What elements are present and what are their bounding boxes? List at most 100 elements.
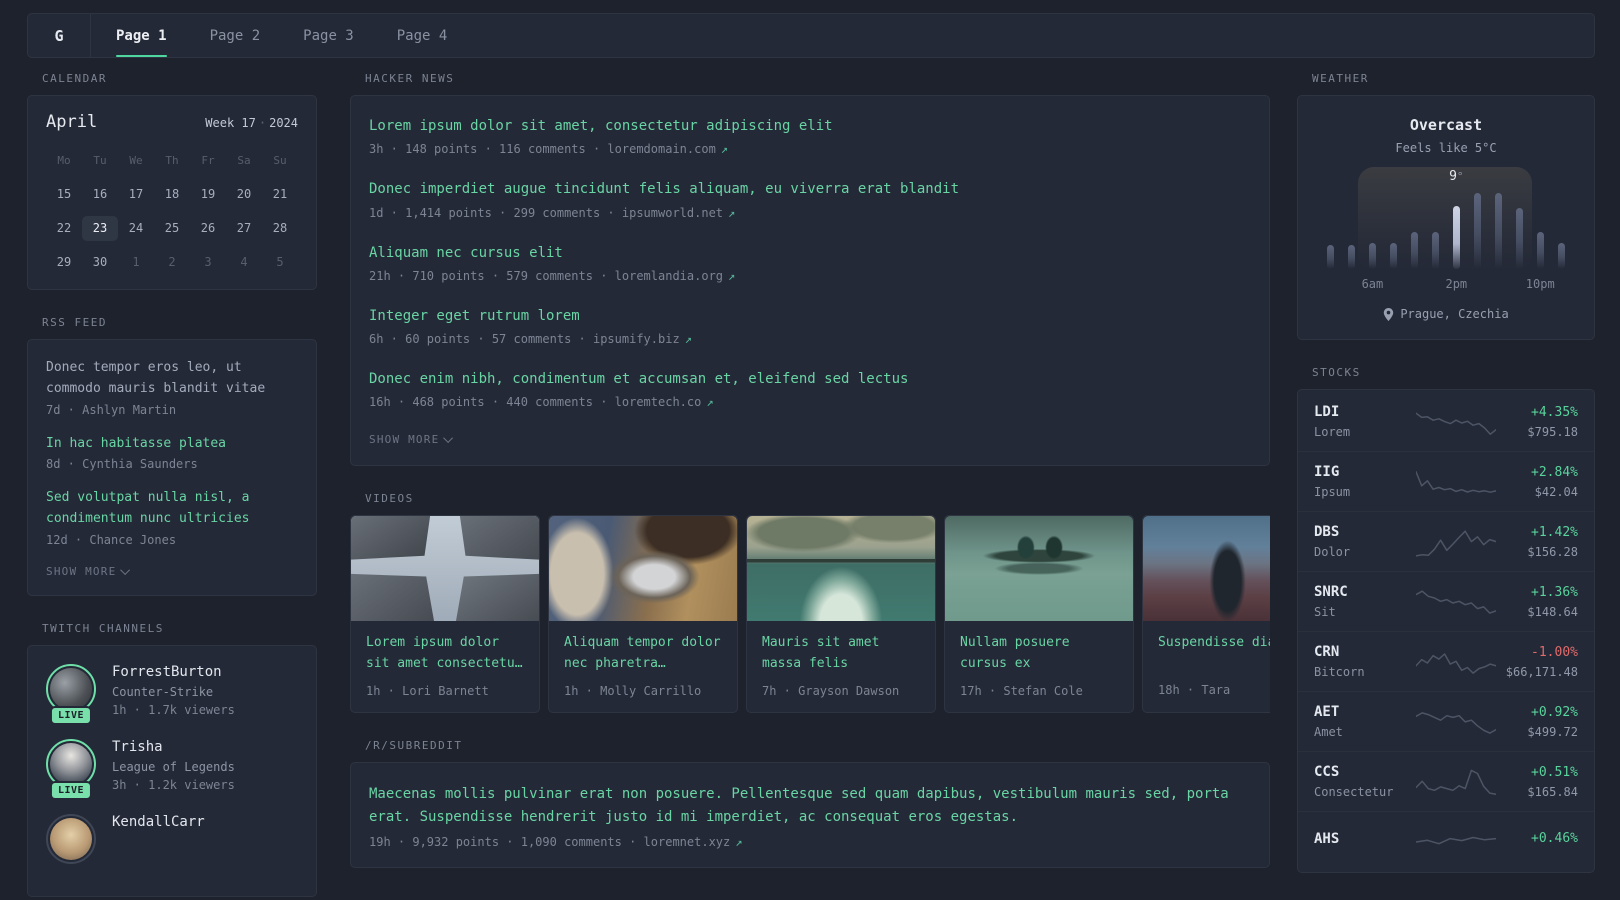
video-thumbnail[interactable] [945,516,1133,622]
hn-meta-text: 21h · 710 points · 579 comments · [369,268,608,283]
videos-section-label: VIDEOS [365,492,414,506]
hn-item-domain[interactable]: ipsumify.biz [593,332,680,346]
rss-item-meta: 8d · Cynthia Saunders [46,457,198,472]
video-title[interactable]: Aliquam tempor dolor nec pharetra… [564,633,722,673]
stock-row[interactable]: SNRC Sit +1.36% $148.64 [1298,571,1594,631]
hn-item-domain[interactable]: loremlandia.org [615,269,723,283]
rss-show-more-button[interactable]: SHOW MORE [46,565,131,578]
tab-page-4[interactable]: Page 4 [397,14,448,57]
twitch-channel[interactable]: LIVE ForrestBurton Counter-Strike 1h · 1… [46,663,298,725]
video-thumbnail[interactable] [549,516,737,622]
separator-dot: · [258,116,267,130]
videos-section: VIDEOS Lorem ipsum dolor sit amet consec… [350,492,1270,713]
stock-name: Consectetur [1314,785,1394,799]
rss-card: Donec tempor eros leo, ut commodo mauris… [27,339,317,596]
reddit-post-title[interactable]: Maecenas mollis pulvinar erat non posuer… [369,783,1229,829]
stock-ticker: CCS [1314,764,1340,780]
weather-condition: Overcast [1409,116,1483,134]
weekday-label: We [129,154,143,167]
channel-name: KendallCarr [112,813,205,830]
stock-price: $795.18 [1527,424,1578,439]
hn-item-title[interactable]: Aliquam nec cursus elit [369,243,1251,263]
weather-bar [1516,208,1523,269]
location-pin-icon [1384,307,1394,321]
stock-row[interactable]: CRN Bitcorn -1.00% $66,171.48 [1298,631,1594,691]
reddit-post-domain[interactable]: loremnet.xyz [644,835,731,849]
calendar-grid: Mo Tu We Th Fr Sa Su 15 16 17 18 19 20 2… [46,148,298,275]
stock-price: $165.84 [1527,784,1578,799]
video-title[interactable]: Mauris sit amet massa felis [762,633,920,673]
calendar-week: Week 17 · 2024 [205,116,298,130]
weather-bar [1432,232,1439,269]
hn-item-domain[interactable]: ipsumworld.net [622,206,723,220]
hn-item-title[interactable]: Lorem ipsum dolor sit amet, consectetur … [369,116,1251,136]
stock-row[interactable]: LDI Lorem +4.35% $795.18 [1298,392,1594,451]
tab-page-3[interactable]: Page 3 [303,14,354,57]
rss-item-title[interactable]: Donec tempor eros leo, ut commodo mauris… [46,358,298,400]
stock-row[interactable]: AHS +0.46% [1298,811,1594,870]
video-card[interactable]: Aliquam tempor dolor nec pharetra… 1h · … [548,515,738,713]
calendar-day-next-month: 5 [276,255,284,269]
video-card[interactable]: Nullam posuere cursus ex 17h · Stefan Co… [944,515,1134,713]
chevron-down-icon [443,433,454,444]
stock-change: -1.00% [1531,644,1578,660]
hn-item-title[interactable]: Donec enim nibh, condimentum et accumsan… [369,369,1251,389]
stock-sparkline [1416,411,1496,435]
calendar-day-next-month: 1 [132,255,140,269]
hacker-news-card: Lorem ipsum dolor sit amet, consectetur … [350,95,1270,467]
video-title[interactable]: Nullam posuere cursus ex [960,633,1118,673]
weather-bar [1537,232,1544,269]
hn-item-title[interactable]: Integer eget rutrum lorem [369,306,1251,326]
hn-item-domain[interactable]: loremtech.co [615,395,702,409]
subreddit-section-label: /R/SUBREDDIT [365,738,463,752]
stock-price: $66,171.48 [1505,664,1578,679]
video-thumbnail[interactable] [1143,516,1270,622]
stock-sparkline [1416,529,1496,557]
twitch-channel[interactable]: KendallCarr [46,813,298,864]
weekday-label: Mo [57,154,71,167]
video-meta: 7h · Grayson Dawson [762,683,900,698]
tab-page-1[interactable]: Page 1 [116,14,167,57]
video-thumbnail[interactable] [351,516,539,622]
video-card[interactable]: Lorem ipsum dolor sit amet consectetu… 1… [350,515,540,713]
calendar-day: 25 [164,221,180,235]
stock-row[interactable]: AET Amet +0.92% $499.72 [1298,691,1594,751]
calendar-day: 30 [92,255,108,269]
video-thumbnail[interactable] [747,516,935,622]
video-title[interactable]: Suspendisse diam [1158,633,1270,673]
stock-change: +0.92% [1531,704,1578,720]
calendar-card: April Week 17 · 2024 Mo Tu We Th Fr Sa Su … [27,95,317,290]
stock-change: +2.84% [1531,464,1578,480]
weekday-label: Fr [201,154,215,167]
stocks-card: LDI Lorem +4.35% $795.18 IIG Ipsum +2.84% $4… [1297,389,1595,873]
twitch-channel[interactable]: LIVE Trisha League of Legends 3h · 1.2k … [46,738,298,800]
channel-meta: 1h · 1.7k viewers [112,702,235,717]
stock-change: +4.35% [1531,404,1578,420]
stock-row[interactable]: DBS Dolor +1.42% $156.28 [1298,511,1594,571]
hn-show-more-button[interactable]: SHOW MORE [369,433,454,447]
calendar-year: 2024 [269,116,298,130]
stock-name: Lorem [1314,425,1351,439]
calendar-day-selected: 23 [82,216,118,241]
hn-item-title[interactable]: Donec imperdiet augue tincidunt felis al… [369,179,1251,199]
rss-item-title[interactable]: Sed volutpat nulla nisl, a condimentum n… [46,488,298,530]
video-card[interactable]: Suspendisse diam 18h · Tara [1142,515,1270,713]
weather-section: WEATHER Overcast Feels like 5°C 9° 6am 2… [1297,72,1595,340]
video-title[interactable]: Lorem ipsum dolor sit amet consectetu… [366,633,524,673]
calendar-section: CALENDAR April Week 17 · 2024 Mo Tu We Th … [27,72,317,290]
weather-location[interactable]: Prague, Czechia [1318,307,1574,321]
hn-item: Donec enim nibh, condimentum et accumsan… [369,369,1251,409]
channel-game: Counter-Strike [112,684,214,699]
weather-bar [1558,243,1565,269]
stock-row[interactable]: CCS Consectetur +0.51% $165.84 [1298,751,1594,811]
rss-item-title[interactable]: In hac habitasse platea [46,434,298,455]
app-logo[interactable]: G [28,14,91,57]
stock-row[interactable]: IIG Ipsum +2.84% $42.04 [1298,451,1594,511]
rss-item-meta: 7d · Ashlyn Martin [46,402,177,417]
tab-page-2[interactable]: Page 2 [210,14,261,57]
hn-item-meta: 6h · 60 points · 57 comments · ipsumify.… [369,332,1251,346]
hn-item-domain[interactable]: loremdomain.com [607,142,715,156]
show-more-label: SHOW MORE [369,433,440,447]
hacker-news-section: HACKER NEWS Lorem ipsum dolor sit amet, … [350,72,1270,467]
video-card[interactable]: Mauris sit amet massa felis 7h · Grayson… [746,515,936,713]
